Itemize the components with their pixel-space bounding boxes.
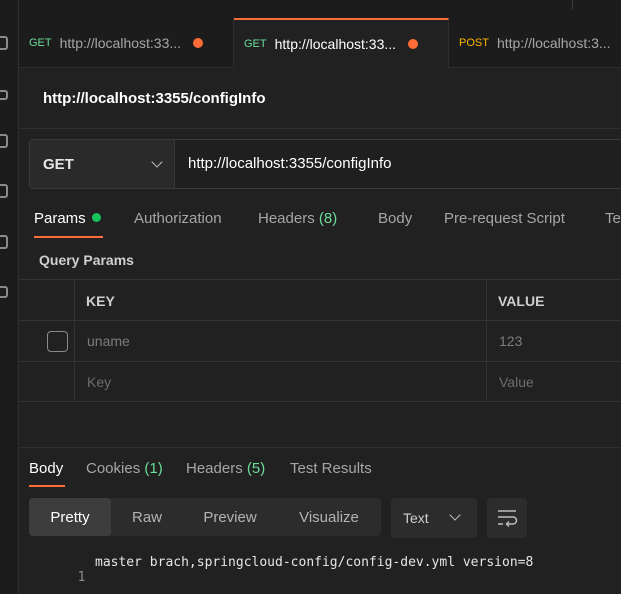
request-tab-3[interactable]: POST http://localhost:3...	[449, 18, 621, 68]
unsaved-dot-icon	[408, 39, 419, 49]
request-tab-1[interactable]: GET http://localhost:33...	[19, 18, 234, 68]
params-active-dot-icon	[91, 213, 101, 222]
tab-tests[interactable]: Te	[605, 210, 621, 227]
format-value: Text	[403, 510, 429, 526]
collections-icon[interactable]	[0, 36, 8, 50]
resp-tab-cookies[interactable]: Cookies (1)	[86, 460, 163, 477]
mock-servers-icon[interactable]	[0, 184, 8, 198]
table-row: uname 123	[19, 320, 621, 361]
column-header-value: VALUE	[498, 293, 545, 309]
response-body-line: 1 master brach,springcloud-config/config…	[62, 555, 534, 594]
table-header-row: KEY VALUE	[19, 279, 621, 320]
left-sidebar-rail	[0, 0, 19, 594]
active-tab-underline	[29, 485, 65, 487]
cookies-count: (1)	[144, 460, 163, 477]
param-enable-checkbox[interactable]	[47, 331, 68, 352]
environments-icon[interactable]	[0, 134, 8, 148]
line-number: 1	[77, 570, 86, 585]
url-input[interactable]: http://localhost:3355/configInfo	[188, 155, 391, 172]
tab-method: GET	[29, 37, 52, 49]
response-body-text[interactable]: master brach,springcloud-config/config-d…	[95, 555, 533, 570]
tab-method: GET	[244, 38, 267, 50]
url-bar: GET http://localhost:3355/configInfo	[29, 139, 621, 189]
active-tab-underline	[34, 236, 103, 238]
value-placeholder[interactable]: Value	[499, 374, 534, 390]
response-tabs: Body Cookies (1) Headers (5) Test Result…	[19, 448, 621, 488]
query-params-table: KEY VALUE uname 123 Key Value	[19, 279, 621, 402]
view-raw-button[interactable]: Raw	[111, 498, 183, 536]
table-row-new: Key Value	[19, 361, 621, 402]
view-pretty-button[interactable]: Pretty	[29, 498, 111, 536]
resp-tab-headers[interactable]: Headers (5)	[186, 460, 265, 477]
method-select[interactable]: GET	[30, 140, 175, 188]
tab-params-label: Params	[34, 210, 86, 227]
wrap-lines-button[interactable]	[487, 498, 527, 538]
tab-body[interactable]: Body	[378, 210, 412, 227]
apis-icon[interactable]	[0, 90, 8, 100]
tab-headers[interactable]: Headers (8)	[258, 210, 337, 227]
request-tab-bar: GET http://localhost:33... GET http://lo…	[19, 0, 621, 68]
resp-headers-count: (5)	[246, 460, 266, 477]
request-title[interactable]: http://localhost:3355/configInfo	[43, 90, 266, 107]
resp-tab-headers-label: Headers	[186, 460, 243, 477]
unsaved-dot-icon	[193, 38, 204, 48]
resp-tab-test-results[interactable]: Test Results	[290, 460, 372, 477]
tab-authorization[interactable]: Authorization	[134, 210, 222, 227]
format-select[interactable]: Text	[391, 498, 477, 538]
param-key[interactable]: uname	[87, 333, 130, 349]
tab-url: http://localhost:33...	[274, 36, 397, 52]
view-preview-button[interactable]: Preview	[183, 498, 277, 536]
view-visualize-button[interactable]: Visualize	[277, 498, 381, 536]
tab-url: http://localhost:33...	[59, 35, 182, 51]
query-params-title: Query Params	[39, 252, 134, 268]
tab-headers-label: Headers	[258, 210, 315, 227]
request-tabs: Params Authorization Headers (8) Body Pr…	[19, 200, 621, 240]
monitors-icon[interactable]	[0, 235, 8, 249]
resp-tab-body[interactable]: Body	[29, 460, 63, 477]
resp-tab-cookies-label: Cookies	[86, 460, 141, 477]
tab-method: POST	[459, 37, 489, 49]
view-mode-selector: Pretty Raw Preview Visualize	[29, 498, 381, 536]
column-header-key: KEY	[86, 293, 115, 309]
wrap-lines-icon	[498, 510, 518, 528]
request-tab-2-active[interactable]: GET http://localhost:33...	[234, 18, 449, 68]
tab-prerequest-script[interactable]: Pre-request Script	[444, 210, 565, 227]
key-placeholder[interactable]: Key	[87, 374, 111, 390]
divider	[19, 128, 621, 129]
headers-count: (8)	[318, 210, 338, 227]
param-value[interactable]: 123	[499, 333, 522, 349]
method-value: GET	[43, 155, 74, 173]
chevron-down-icon	[151, 156, 163, 168]
tab-bar-top-strip	[19, 0, 621, 18]
history-icon[interactable]	[0, 286, 8, 298]
tab-url: http://localhost:3...	[496, 35, 611, 51]
chevron-down-icon	[449, 509, 461, 521]
tab-params[interactable]: Params	[34, 210, 101, 227]
